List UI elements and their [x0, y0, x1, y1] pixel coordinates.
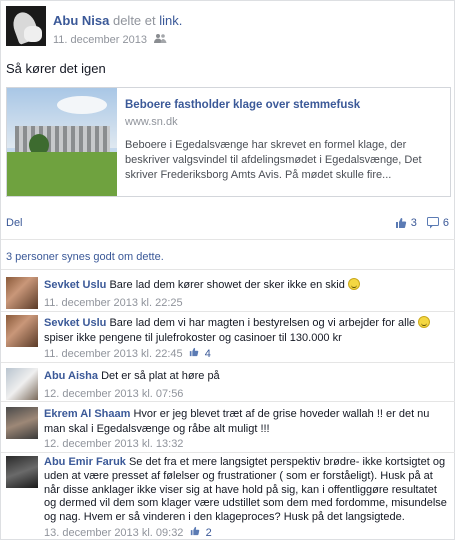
divider	[1, 239, 455, 240]
commenter-avatar[interactable]	[6, 368, 38, 400]
commenter-avatar[interactable]	[6, 315, 38, 347]
commenter-name[interactable]: Abu Emir Faruk	[44, 456, 126, 468]
friends-audience-icon[interactable]	[154, 33, 167, 46]
post-header: Abu Nisa delte et link. 11. december 201…	[6, 6, 446, 46]
divider	[1, 311, 455, 312]
comment-text-line: Abu Aisha Det er så plat at høre på	[44, 369, 449, 384]
comment-timestamp[interactable]: 13. december 2013 kl. 09:32	[44, 527, 183, 539]
comment-like-icon[interactable]	[189, 347, 202, 360]
post-shared-text: delte et	[112, 13, 156, 28]
comment-text: Bare lad dem kører showet der sker ikke …	[109, 279, 345, 291]
comment-text-block: Sevket Uslu Bare lad dem vi har magten i…	[44, 316, 449, 345]
divider	[1, 269, 455, 270]
post-counts: 3 6	[395, 217, 449, 229]
post-author-name[interactable]: Abu Nisa	[53, 13, 109, 28]
comment-text-block: Abu Emir Faruk Se det fra et mere langsi…	[44, 456, 449, 525]
divider	[1, 362, 455, 363]
link-preview-card[interactable]: Beboere fastholder klage over stemmefusk…	[6, 87, 451, 197]
likes-summary[interactable]: 3 personer synes godt om dette.	[6, 251, 164, 263]
commenter-name[interactable]: Ekrem Al Shaam	[44, 408, 130, 420]
feed-post: Abu Nisa delte et link. 11. december 201…	[0, 0, 455, 540]
comment-timestamp[interactable]: 11. december 2013 kl. 22:25	[44, 297, 183, 309]
commenter-name[interactable]: Sevket Uslu	[44, 317, 106, 329]
comment-text-line: Sevket Uslu Bare lad dem kører showet de…	[44, 278, 449, 293]
post-meta: 11. december 2013	[53, 33, 167, 46]
comment-text-continued: spiser ikke pengene til julefrokoster og…	[44, 331, 342, 344]
link-preview-domain: www.sn.dk	[125, 116, 178, 128]
smiley-emoji-icon	[347, 278, 360, 290]
commenter-avatar[interactable]	[6, 456, 38, 488]
comment-count[interactable]: 6	[443, 217, 449, 229]
comment-icon[interactable]	[426, 217, 439, 229]
comment-text: Bare lad dem vi har magten i bestyrelsen…	[109, 317, 416, 329]
comment-like-count[interactable]: 4	[205, 348, 211, 360]
link-preview-image[interactable]	[7, 88, 117, 196]
post-author-line: Abu Nisa delte et link.	[53, 13, 182, 28]
comment-timestamp[interactable]: 12. december 2013 kl. 07:56	[44, 388, 183, 400]
thumbs-up-icon[interactable]	[395, 217, 407, 229]
link-preview-description: Beboere i Egedalsvænge har skrevet en fo…	[125, 139, 422, 181]
commenter-avatar[interactable]	[6, 407, 38, 439]
like-count[interactable]: 3	[411, 217, 417, 229]
link-preview-title[interactable]: Beboere fastholder klage over stemmefusk	[125, 99, 360, 111]
comment-text-block: Ekrem Al Shaam Hvor er jeg blevet træt a…	[44, 407, 449, 436]
comment-timestamp[interactable]: 11. december 2013 kl. 22:45	[44, 348, 183, 360]
smiley-emoji-icon	[418, 316, 431, 328]
post-date[interactable]: 11. december 2013	[53, 34, 147, 46]
commenter-avatar[interactable]	[6, 277, 38, 309]
post-shared-link[interactable]: link.	[159, 13, 182, 28]
divider	[1, 452, 455, 453]
author-avatar[interactable]	[6, 6, 46, 46]
comment-timestamp[interactable]: 12. december 2013 kl. 13:32	[44, 438, 183, 450]
post-action-bar: Del 3 6	[6, 217, 451, 233]
commenter-name[interactable]: Sevket Uslu	[44, 279, 106, 291]
post-text: Så kører det igen	[6, 61, 106, 76]
divider	[1, 401, 455, 402]
comment-like-count[interactable]: 2	[206, 527, 212, 539]
share-button[interactable]: Del	[6, 217, 23, 229]
comment-text: Det er så plat at høre på	[101, 370, 220, 382]
commenter-name[interactable]: Abu Aisha	[44, 370, 98, 382]
comment-like-icon[interactable]	[190, 526, 203, 539]
